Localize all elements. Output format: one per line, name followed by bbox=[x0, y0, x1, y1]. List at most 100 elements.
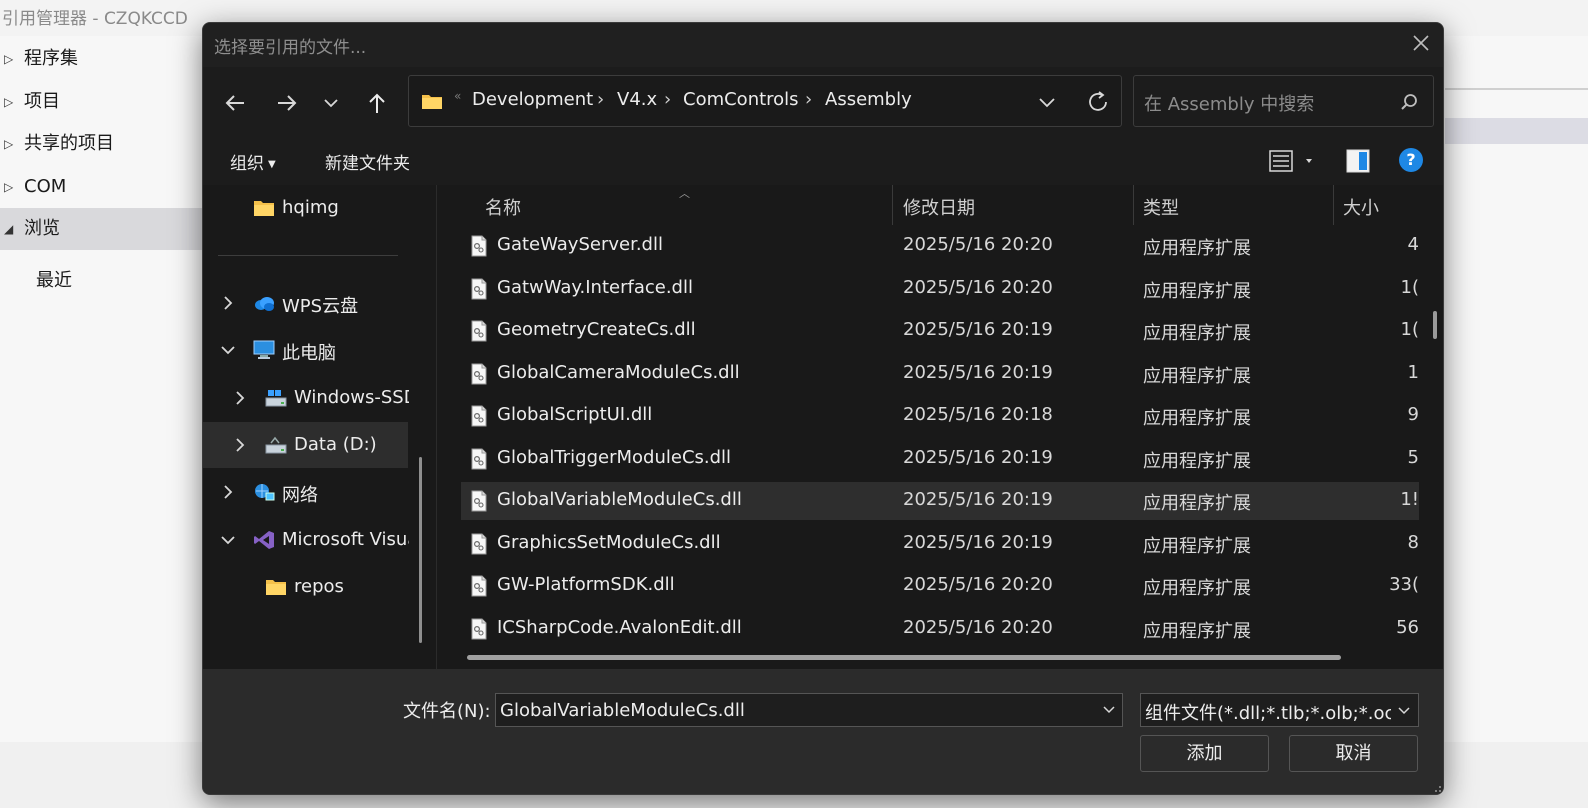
nav-item-network[interactable]: 网络 bbox=[203, 469, 408, 515]
breadcrumb-v4x[interactable]: V4.x bbox=[617, 89, 657, 110]
new-folder-button[interactable]: 新建文件夹 bbox=[325, 149, 410, 174]
file-type: 应用程序扩展 bbox=[1143, 323, 1251, 344]
file-size: 4 bbox=[1407, 234, 1419, 255]
forward-button[interactable] bbox=[271, 87, 303, 119]
folder-icon bbox=[422, 95, 442, 109]
navigation-bar: « Development › V4.x › ComControls › Ass… bbox=[203, 67, 1443, 137]
column-name[interactable]: 名称 bbox=[485, 194, 521, 220]
chevron-down-icon[interactable] bbox=[1101, 701, 1117, 717]
file-row[interactable]: GlobalVariableModuleCs.dll 2025/5/16 20:1… bbox=[461, 482, 1419, 520]
nav-scrollbar[interactable] bbox=[419, 457, 422, 643]
change-view-button[interactable] bbox=[1269, 149, 1313, 173]
nav-divider bbox=[218, 255, 398, 256]
breadcrumb-development[interactable]: Development bbox=[472, 89, 593, 110]
search-icon[interactable] bbox=[1399, 92, 1419, 112]
file-size: 5 bbox=[1407, 446, 1419, 468]
column-separator[interactable] bbox=[892, 185, 893, 225]
dropdown-arrow-icon: ▼ bbox=[268, 159, 276, 170]
breadcrumb-assembly[interactable]: Assembly bbox=[825, 89, 912, 110]
file-row[interactable]: GraphicsSetModuleCs.dll 2025/5/16 20:19 应用… bbox=[461, 525, 1419, 563]
chevron-right-icon[interactable] bbox=[219, 483, 237, 501]
chevron-down-icon[interactable] bbox=[1037, 92, 1057, 112]
horizontal-scrollbar[interactable] bbox=[467, 655, 1341, 660]
column-type[interactable]: 类型 bbox=[1143, 194, 1179, 220]
file-row[interactable]: GlobalCameraModuleCs.dll 2025/5/16 20:19 应… bbox=[461, 355, 1419, 393]
nav-item-wps-cloud[interactable]: WPS云盘 bbox=[203, 280, 408, 326]
nav-item-data-d[interactable]: Data (D:) bbox=[203, 422, 408, 468]
column-separator[interactable] bbox=[1133, 185, 1134, 225]
column-size[interactable]: 大小 bbox=[1343, 194, 1379, 220]
preview-pane-button[interactable] bbox=[1346, 149, 1370, 173]
help-button[interactable]: ? bbox=[1399, 148, 1423, 172]
breadcrumb-separator-icon[interactable]: › bbox=[805, 89, 812, 110]
organize-button[interactable]: 组织 ▼ bbox=[230, 149, 276, 174]
cancel-button[interactable]: 取消 bbox=[1289, 735, 1418, 772]
file-type: 应用程序扩展 bbox=[1143, 535, 1251, 557]
sidebar-item-browse[interactable]: ◢ 浏览 bbox=[0, 208, 205, 250]
sidebar-item-assemblies[interactable]: ▷ 程序集 bbox=[0, 38, 205, 80]
navigation-pane: hqimg WPS云盘 此电脑 Windows-SSD Data (D:) 网络… bbox=[203, 185, 435, 669]
chevron-right-icon[interactable] bbox=[219, 294, 237, 312]
breadcrumb-overflow[interactable]: « bbox=[454, 89, 461, 103]
search-input[interactable]: 在 Assembly 中搜索 bbox=[1133, 75, 1434, 127]
close-button[interactable] bbox=[1409, 31, 1433, 55]
sidebar-item-projects[interactable]: ▷ 项目 bbox=[0, 81, 205, 123]
folder-icon bbox=[266, 580, 286, 595]
file-date: 2025/5/16 20:19 bbox=[903, 531, 1053, 553]
file-row[interactable]: GateWayServer.dll 2025/5/16 20:20 应用程序扩展 4 bbox=[461, 227, 1419, 265]
chevron-down-icon[interactable] bbox=[219, 341, 237, 359]
file-row[interactable]: GeometryCreateCs.dll 2025/5/16 20:19 应用程序扩… bbox=[461, 312, 1419, 350]
filetype-select[interactable]: 组件文件(*.dll;*.tlb;*.olb;*.ocx;* bbox=[1140, 693, 1419, 727]
drive-icon bbox=[265, 390, 287, 407]
file-date: 2025/5/16 20:19 bbox=[903, 489, 1053, 510]
file-row[interactable]: GlobalScriptUI.dll 2025/5/16 20:18 应用程序扩展 9 bbox=[461, 397, 1419, 435]
expand-triangle-icon: ▷ bbox=[4, 137, 14, 151]
file-size: 1( bbox=[1400, 319, 1419, 340]
sidebar-item-shared-projects[interactable]: ▷ 共享的项目 bbox=[0, 123, 205, 165]
pane-splitter[interactable] bbox=[436, 185, 437, 669]
vertical-scrollbar[interactable] bbox=[1433, 311, 1437, 339]
resize-grip-icon[interactable] bbox=[1432, 783, 1442, 793]
breadcrumb-comcontrols[interactable]: ComControls bbox=[683, 89, 799, 110]
arrow-up-icon bbox=[369, 93, 385, 113]
file-date: 2025/5/16 20:19 bbox=[903, 446, 1053, 468]
arrow-left-icon bbox=[225, 95, 244, 111]
file-row[interactable]: GW-PlatformSDK.dll 2025/5/16 20:20 应用程序扩展 3… bbox=[461, 567, 1419, 605]
file-row[interactable]: GlobalTriggerModuleCs.dll 2025/5/16 20:19… bbox=[461, 440, 1419, 478]
chevron-right-icon[interactable] bbox=[231, 436, 249, 454]
file-date: 2025/5/16 20:20 bbox=[903, 234, 1053, 255]
chevron-down-icon bbox=[1398, 707, 1410, 715]
file-row[interactable]: GatwWay.Interface.dll 2025/5/16 20:20 应用程序… bbox=[461, 270, 1419, 308]
visual-studio-icon bbox=[254, 531, 274, 549]
back-button[interactable] bbox=[219, 87, 251, 119]
chevron-right-icon[interactable] bbox=[231, 389, 249, 407]
nav-item-this-pc[interactable]: 此电脑 bbox=[203, 327, 408, 373]
column-separator[interactable] bbox=[1333, 185, 1334, 225]
file-type: 应用程序扩展 bbox=[1143, 493, 1251, 514]
recent-locations-button[interactable] bbox=[315, 87, 347, 119]
help-icon: ? bbox=[1406, 150, 1416, 169]
add-button[interactable]: 添加 bbox=[1140, 735, 1269, 772]
up-button[interactable] bbox=[361, 87, 393, 119]
breadcrumb-separator-icon[interactable]: › bbox=[664, 89, 671, 110]
file-row[interactable]: ICSharpCode.AvalonEdit.dll 2025/5/16 20:2… bbox=[461, 610, 1419, 648]
file-date: 2025/5/16 20:20 bbox=[903, 276, 1053, 298]
sidebar-item-com[interactable]: ▷ COM bbox=[0, 166, 205, 208]
sidebar-item-recent[interactable]: 最近 bbox=[36, 266, 72, 292]
breadcrumb-separator-icon[interactable]: › bbox=[597, 89, 604, 110]
file-date: 2025/5/16 20:20 bbox=[903, 616, 1053, 638]
nav-item-repos[interactable]: repos bbox=[203, 564, 408, 610]
chevron-down-icon[interactable] bbox=[219, 531, 237, 549]
command-bar: 组织 ▼ 新建文件夹 ? bbox=[203, 137, 1443, 185]
column-date[interactable]: 修改日期 bbox=[903, 194, 975, 220]
nav-item-windows-ssd[interactable]: Windows-SSD bbox=[203, 375, 409, 421]
filename-input[interactable] bbox=[495, 693, 1123, 727]
refresh-icon[interactable] bbox=[1085, 89, 1111, 115]
nav-item-hqimg[interactable]: hqimg bbox=[203, 185, 408, 231]
file-date: 2025/5/16 20:19 bbox=[903, 361, 1053, 383]
file-name: GlobalCameraModuleCs.dll bbox=[497, 361, 740, 383]
address-bar[interactable]: « Development › V4.x › ComControls › Ass… bbox=[408, 75, 1122, 127]
dll-file-icon bbox=[471, 235, 487, 257]
nav-item-visual-studio[interactable]: Microsoft Visual Studio bbox=[203, 517, 409, 563]
dialog-footer: 文件名(N): 组件文件(*.dll;*.tlb;*.olb;*.ocx;* 添… bbox=[203, 669, 1443, 794]
